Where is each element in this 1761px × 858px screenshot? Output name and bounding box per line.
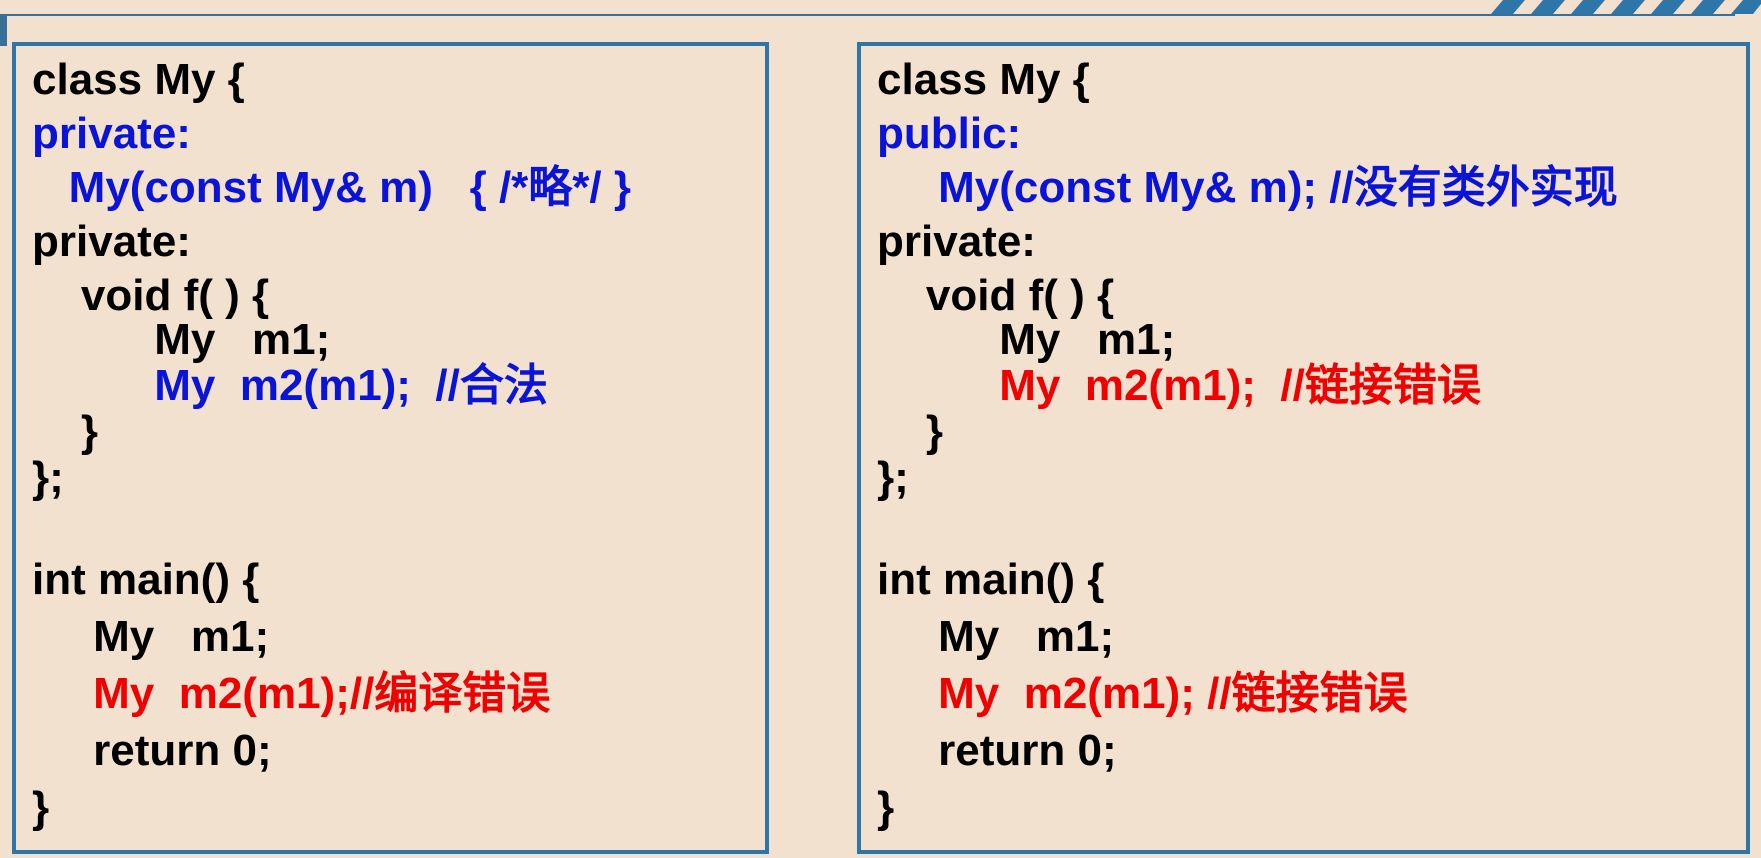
left-accent-bar xyxy=(0,16,7,46)
code-line: My(const My& m); //没有类外实现 xyxy=(877,163,1618,212)
code-line: return 0; xyxy=(877,726,1117,775)
code-line: int main() { xyxy=(877,555,1105,604)
code-line: private: xyxy=(32,109,191,158)
code-line: My m2(m1); //合法 xyxy=(32,361,548,410)
code-line: } xyxy=(32,407,99,456)
code-line: private: xyxy=(32,217,191,266)
code-line: My m1; xyxy=(32,612,270,661)
code-line: return 0; xyxy=(32,726,272,775)
code-line: My m2(m1); //链接错误 xyxy=(877,669,1408,718)
code-line: } xyxy=(877,407,944,456)
code-line: int main() { xyxy=(32,555,260,604)
code-line: My(const My& m) { /*略*/ } xyxy=(32,163,631,212)
code-line: class My { xyxy=(877,55,1090,104)
code-line: public: xyxy=(877,109,1022,158)
code-line: My m1; xyxy=(877,315,1176,364)
code-line: My m1; xyxy=(877,612,1115,661)
code-panel-left: class My { private: My(const My& m) { /*… xyxy=(12,42,769,854)
code-line: My m1; xyxy=(32,315,331,364)
code-line: } xyxy=(32,783,50,832)
code-line: My m2(m1);//编译错误 xyxy=(32,669,551,718)
decorative-stripes xyxy=(1491,0,1761,14)
code-panel-right: class My { public: My(const My& m); //没有… xyxy=(857,42,1750,854)
title-underline xyxy=(0,14,1735,16)
code-line: private: xyxy=(877,217,1036,266)
code-line: }; xyxy=(32,453,64,502)
code-line: } xyxy=(877,783,895,832)
code-line: }; xyxy=(877,453,909,502)
code-line: class My { xyxy=(32,55,245,104)
code-line: My m2(m1); //链接错误 xyxy=(877,361,1481,410)
